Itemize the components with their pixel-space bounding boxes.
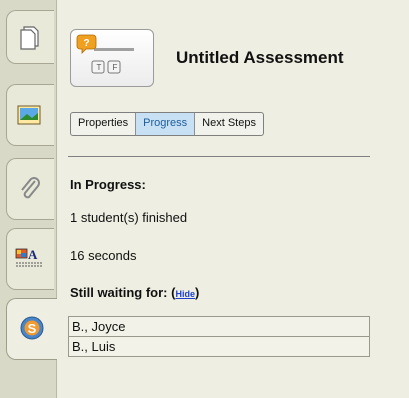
- tab-next-steps[interactable]: Next Steps: [195, 113, 263, 135]
- page-icon: [20, 26, 39, 50]
- sidebar-tab-text-layout[interactable]: A: [6, 228, 54, 290]
- list-item[interactable]: B., Joyce: [69, 317, 369, 337]
- list-item[interactable]: B., Luis: [69, 337, 369, 356]
- sidebar-tab-rail: A S: [0, 0, 57, 398]
- in-progress-heading: In Progress:: [70, 177, 146, 192]
- waiting-label: Still waiting for:: [70, 285, 168, 300]
- sidebar-tab-page[interactable]: [6, 10, 54, 64]
- waiting-student-list: B., Joyce B., Luis: [68, 316, 370, 357]
- text-layout-icon: A: [15, 247, 42, 267]
- hide-link[interactable]: Hide: [175, 289, 195, 299]
- paperclip-icon: [21, 177, 40, 199]
- finished-count: 1 student(s) finished: [70, 210, 188, 225]
- svg-text:S: S: [28, 321, 37, 336]
- sidebar-tab-assessment[interactable]: S: [6, 298, 57, 360]
- false-key: F: [112, 63, 118, 72]
- section-divider: [68, 156, 370, 157]
- assessment-title: Untitled Assessment: [176, 48, 344, 67]
- sidebar-tab-attachment[interactable]: [6, 158, 54, 220]
- assessment-type-icon: ? T F: [70, 29, 154, 87]
- image-icon: [17, 105, 41, 125]
- paren-close: ): [194, 285, 200, 300]
- waiting-heading: Still waiting for: (Hide): [70, 285, 199, 300]
- svg-text:A: A: [28, 247, 38, 262]
- elapsed-time: 16 seconds: [70, 248, 137, 263]
- true-false-assessment-icon: ?: [76, 34, 134, 74]
- assessment-s-icon: S: [20, 316, 44, 340]
- sidebar-tab-image[interactable]: [6, 84, 54, 146]
- assessment-tabs: Properties Progress Next Steps: [70, 112, 264, 136]
- tab-progress[interactable]: Progress: [136, 113, 196, 135]
- tab-properties[interactable]: Properties: [71, 113, 137, 135]
- svg-text:?: ?: [83, 38, 89, 49]
- true-key: T: [96, 63, 102, 72]
